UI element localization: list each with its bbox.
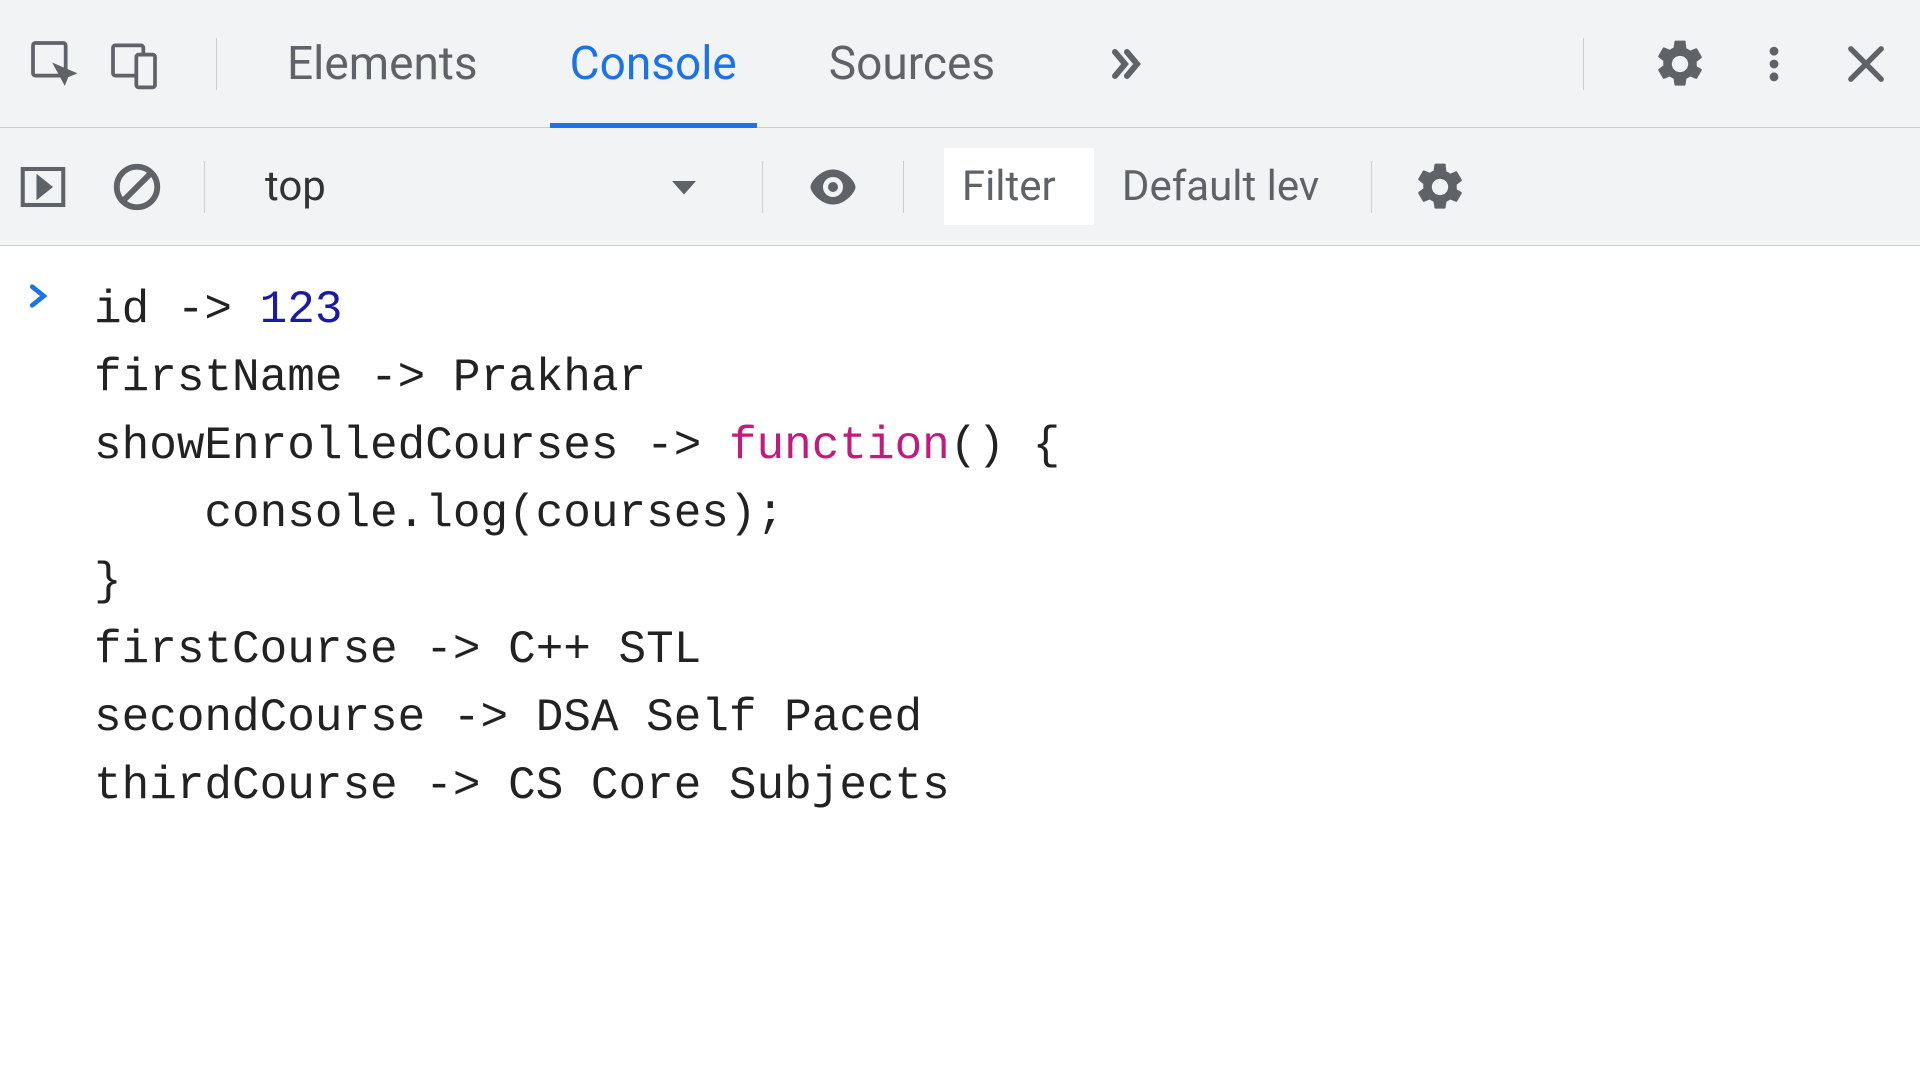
live-expression-icon[interactable] [803, 157, 863, 217]
top-tabs: Elements Console Sources [0, 0, 1920, 128]
divider [1371, 161, 1372, 213]
divider [1583, 38, 1584, 90]
clear-console-icon[interactable] [110, 160, 164, 214]
context-label: top [265, 162, 326, 211]
console-output: id -> 123 firstName -> Prakhar showEnrol… [0, 246, 1920, 850]
tab-console[interactable]: Console [524, 0, 783, 127]
console-code[interactable]: id -> 123 firstName -> Prakhar showEnrol… [94, 276, 1060, 820]
divider [903, 161, 904, 213]
console-settings-icon[interactable] [1412, 159, 1468, 215]
console-toolbar: top Default lev [0, 128, 1920, 246]
tab-elements[interactable]: Elements [241, 0, 524, 127]
more-tabs-icon[interactable] [1101, 40, 1149, 88]
device-toggle-icon[interactable] [106, 36, 162, 92]
divider [204, 161, 205, 213]
tab-sources[interactable]: Sources [783, 0, 1041, 127]
close-icon[interactable] [1840, 38, 1892, 90]
divider [216, 38, 217, 90]
console-entry: id -> 123 firstName -> Prakhar showEnrol… [0, 270, 1920, 826]
sidebar-toggle-icon[interactable] [16, 160, 70, 214]
filter-input[interactable] [944, 148, 1094, 225]
kebab-menu-icon[interactable] [1752, 36, 1796, 92]
context-selector[interactable]: top [245, 154, 722, 219]
dropdown-icon [666, 169, 702, 205]
divider [762, 161, 763, 213]
inspect-element-icon[interactable] [26, 36, 82, 92]
prompt-indicator-icon [24, 276, 64, 316]
log-levels[interactable]: Default lev [1110, 162, 1331, 211]
settings-icon[interactable] [1652, 36, 1708, 92]
